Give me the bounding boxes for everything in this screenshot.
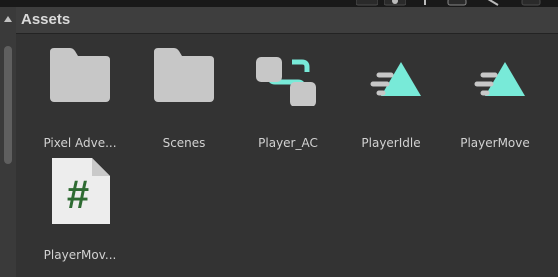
toolbar-button-2[interactable] xyxy=(384,0,406,7)
scrollbar-thumb[interactable] xyxy=(4,46,12,164)
folder-icon xyxy=(30,42,130,112)
asset-label: PlayerMove xyxy=(460,136,530,150)
scroll-up-arrow-icon[interactable] xyxy=(4,16,12,22)
assets-header: Assets xyxy=(16,7,558,34)
animation-clip-icon xyxy=(341,42,441,112)
asset-label: PlayerMov... xyxy=(43,248,117,262)
toolbar-button-5[interactable] xyxy=(482,0,504,7)
toolbar-button-6[interactable] xyxy=(520,0,542,7)
asset-label: Scenes xyxy=(162,136,206,150)
toolbar-button-1[interactable] xyxy=(356,0,378,7)
asset-label: Pixel Adve... xyxy=(43,136,117,150)
toolbar-button-4[interactable] xyxy=(446,0,468,7)
vertical-scrollbar[interactable] xyxy=(0,7,16,277)
folder-icon xyxy=(134,42,234,112)
animation-clip-icon xyxy=(445,42,545,112)
toolbar-button-3[interactable] xyxy=(414,0,436,7)
asset-grid: Pixel Adve... Scenes Player_AC PlayerIdl… xyxy=(16,34,558,277)
top-toolbar-strip xyxy=(0,0,558,7)
asset-label: Player_AC xyxy=(258,136,318,150)
csharp-script-icon: # xyxy=(30,154,130,224)
panel-title: Assets xyxy=(21,11,71,28)
animator-controller-icon xyxy=(238,42,338,112)
asset-label: PlayerIdle xyxy=(361,136,421,150)
svg-text:#: # xyxy=(67,173,89,217)
